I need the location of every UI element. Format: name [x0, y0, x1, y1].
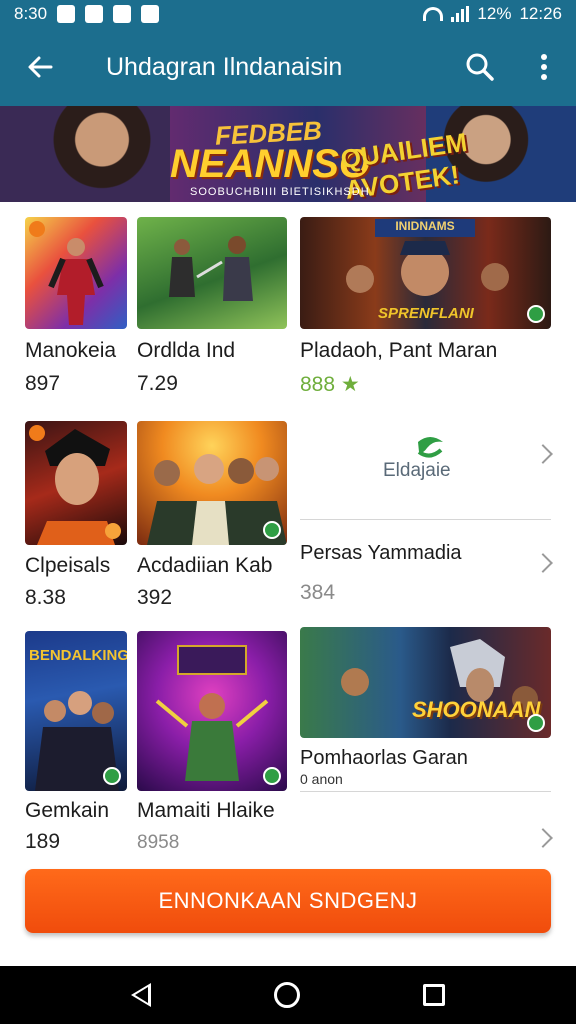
- more-vert-icon: [541, 54, 547, 80]
- system-nav-bar: [0, 966, 576, 1024]
- game-rating: 392: [137, 586, 173, 609]
- promo-banner[interactable]: FEDBEB NEANNSO QUAILIEM AVOTEK! SOOBUCHB…: [0, 106, 576, 202]
- game-title[interactable]: Mamaiti Hlaike: [137, 799, 275, 823]
- game-title[interactable]: Pomhaorlas Garan: [300, 747, 468, 770]
- game-thumbnail[interactable]: INIDNAMS SPRENFLANI: [300, 217, 551, 329]
- game-thumbnail[interactable]: [137, 631, 287, 791]
- game-rating: 189: [25, 830, 61, 853]
- chevron-right-icon[interactable]: [533, 553, 553, 573]
- game-rating: 7.29: [137, 372, 178, 395]
- app-logo[interactable]: Eldajaie: [383, 432, 473, 492]
- game-title[interactable]: Pladaoh, Pant Maran: [300, 339, 497, 363]
- game-rating: 897: [25, 372, 61, 395]
- nav-back-icon[interactable]: [131, 983, 152, 1007]
- status-time: 8:30: [14, 4, 48, 23]
- chevron-right-icon[interactable]: [533, 444, 553, 464]
- notification-icon: [57, 5, 76, 23]
- notification-icon: [141, 5, 160, 23]
- game-title[interactable]: Gemkain: [25, 799, 109, 823]
- status-bar: 8:30 12% 12:26: [0, 0, 576, 28]
- page-title: Uhdagran Ilndanaisin: [106, 52, 343, 81]
- nav-recents-icon[interactable]: [422, 984, 445, 1006]
- banner-hero-left-image: [0, 106, 170, 202]
- battery-percent: 12%: [477, 4, 512, 23]
- game-title[interactable]: Acdadiian Kab: [137, 554, 272, 578]
- badge-icon: [105, 523, 121, 539]
- app-logo-text: Eldajaie: [383, 460, 451, 481]
- game-thumbnail[interactable]: [137, 421, 287, 545]
- game-thumbnail[interactable]: [25, 217, 127, 329]
- nav-home-icon[interactable]: [273, 982, 300, 1008]
- app-bar: Uhdagran Ilndanaisin: [0, 28, 576, 106]
- warrior-figure-icon: [155, 693, 269, 781]
- game-thumbnail[interactable]: [137, 217, 287, 329]
- game-thumbnail[interactable]: SHOONAAN: [300, 627, 551, 738]
- notification-icon: [85, 5, 104, 23]
- status-clock: 12:26: [519, 4, 562, 23]
- game-title[interactable]: Manokeia: [25, 339, 116, 363]
- notification-icon: [113, 5, 132, 23]
- game-thumbnail[interactable]: BENDALKING: [25, 631, 127, 791]
- game-art-label: SPRENFLANI: [378, 305, 474, 322]
- game-rating: 8958: [137, 832, 180, 853]
- banner-tagline: SOOBUCHBIIII BIETISIKHSDH: [190, 186, 370, 198]
- game-title[interactable]: Persas Yammadia: [300, 542, 462, 565]
- game-rating: 888 ★: [300, 373, 360, 396]
- game-title[interactable]: Clpeisals: [25, 554, 110, 578]
- installed-badge-icon: [103, 767, 121, 785]
- search-button[interactable]: [448, 28, 512, 106]
- battle-scene-icon: [169, 236, 253, 301]
- installed-badge-icon: [263, 521, 281, 539]
- installed-badge-icon: [527, 305, 545, 323]
- installed-badge-icon: [527, 714, 545, 732]
- chevron-right-icon[interactable]: [533, 828, 553, 848]
- search-icon: [466, 53, 494, 81]
- game-rating: 8.38: [25, 586, 66, 609]
- divider: [300, 791, 551, 792]
- game-subtitle: 0 anon: [300, 771, 343, 787]
- game-rating: 384: [300, 581, 336, 604]
- more-options-button[interactable]: [512, 28, 576, 106]
- installed-badge-icon: [263, 767, 281, 785]
- game-title[interactable]: Ordlda Ind: [137, 339, 235, 363]
- game-art-label: SHOONAAN: [412, 697, 541, 722]
- back-arrow-icon: [28, 56, 53, 78]
- hero-figure-icon: [48, 238, 104, 325]
- signal-icon: [451, 6, 470, 22]
- game-thumbnail[interactable]: [25, 421, 127, 545]
- wifi-icon: [423, 7, 444, 21]
- primary-action-button[interactable]: ENNONKAAN SNDGENJ: [25, 869, 551, 933]
- back-button[interactable]: [0, 28, 80, 106]
- divider: [300, 519, 551, 520]
